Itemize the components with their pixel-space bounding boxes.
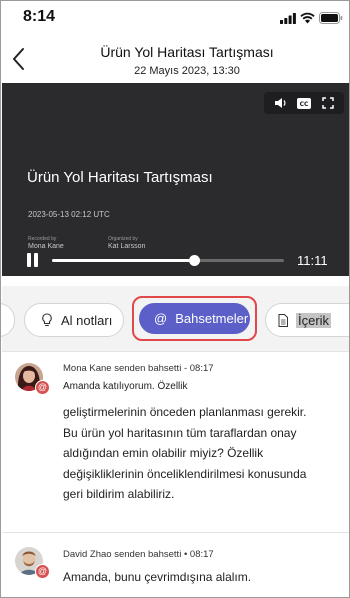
video-date: 2023-05-13 02:12 UTC: [28, 210, 110, 219]
tab-mentions[interactable]: @ Bahsetmeler: [139, 303, 250, 334]
mention-header: David Zhao senden bahsetti • 08:17: [63, 549, 214, 560]
tab-notes-label: Al notları: [61, 312, 113, 328]
volume-icon[interactable]: [273, 96, 287, 110]
mentions-highlight: @ Bahsetmeler: [132, 296, 257, 341]
mention-text: Amanda, bunu çevrimdışına alalım.: [63, 570, 252, 584]
video-player[interactable]: CC Ürün Yol Haritası Tartışması 2023-05-…: [2, 83, 349, 276]
tab-previous-partial[interactable]: [1, 303, 15, 337]
page-subtitle: 22 Mayıs 2023, 13:30: [134, 65, 240, 77]
captions-icon[interactable]: CC: [297, 96, 311, 110]
at-mention-icon: @: [154, 311, 168, 326]
pause-icon[interactable]: [27, 253, 39, 267]
avatar: @: [15, 547, 50, 579]
recorded-by-label: Recorded by: [28, 236, 57, 242]
lightbulb-icon: [42, 313, 52, 327]
tab-bar: Al notları @ Bahsetmeler İçerik: [1, 286, 349, 352]
battery-icon: [319, 12, 343, 24]
status-bar: 8:14: [1, 1, 349, 35]
svg-text:CC: CC: [300, 101, 309, 108]
organized-by-label: Organized by: [108, 236, 138, 242]
status-time: 8:14: [23, 8, 56, 25]
page-title: Ürün Yol Haritası Tartışması: [100, 44, 274, 60]
wifi-icon: [300, 12, 315, 24]
avatar: @: [15, 363, 50, 395]
mention-text: geliştirmelerinin önceden planlanması ge…: [63, 405, 307, 501]
mention-first-line: Amanda katılıyorum. Özellik: [63, 381, 188, 392]
video-controls: CC: [264, 92, 344, 114]
tab-content[interactable]: İçerik: [265, 303, 349, 337]
video-title: Ürün Yol Haritası Tartışması: [27, 169, 213, 186]
video-duration: 11:11: [297, 253, 328, 268]
document-icon: [278, 313, 288, 327]
tab-notes[interactable]: Al notları: [24, 303, 124, 337]
recorded-by-name: Mona Kane: [28, 243, 64, 250]
back-chevron-icon[interactable]: [11, 47, 27, 71]
fullscreen-icon[interactable]: [321, 96, 335, 110]
video-progress-bar[interactable]: [52, 255, 284, 266]
video-progress-thumb[interactable]: [188, 255, 200, 266]
phone-frame: 8:14 Ürün Yol Haritası Tartışması 22 May…: [0, 0, 350, 598]
tab-mentions-label: Bahsetmeler: [175, 311, 249, 326]
organized-by-name: Kat Larsson: [108, 243, 146, 250]
mention-badge-icon: @: [35, 564, 50, 579]
mention-header: Mona Kane senden bahsetti - 08:17: [63, 363, 214, 374]
tab-content-label: İçerik: [296, 312, 332, 328]
divider: [2, 532, 349, 533]
mention-badge-icon: @: [35, 380, 50, 395]
video-progress-fill: [52, 259, 194, 262]
cellular-signal-icon: [280, 13, 296, 24]
